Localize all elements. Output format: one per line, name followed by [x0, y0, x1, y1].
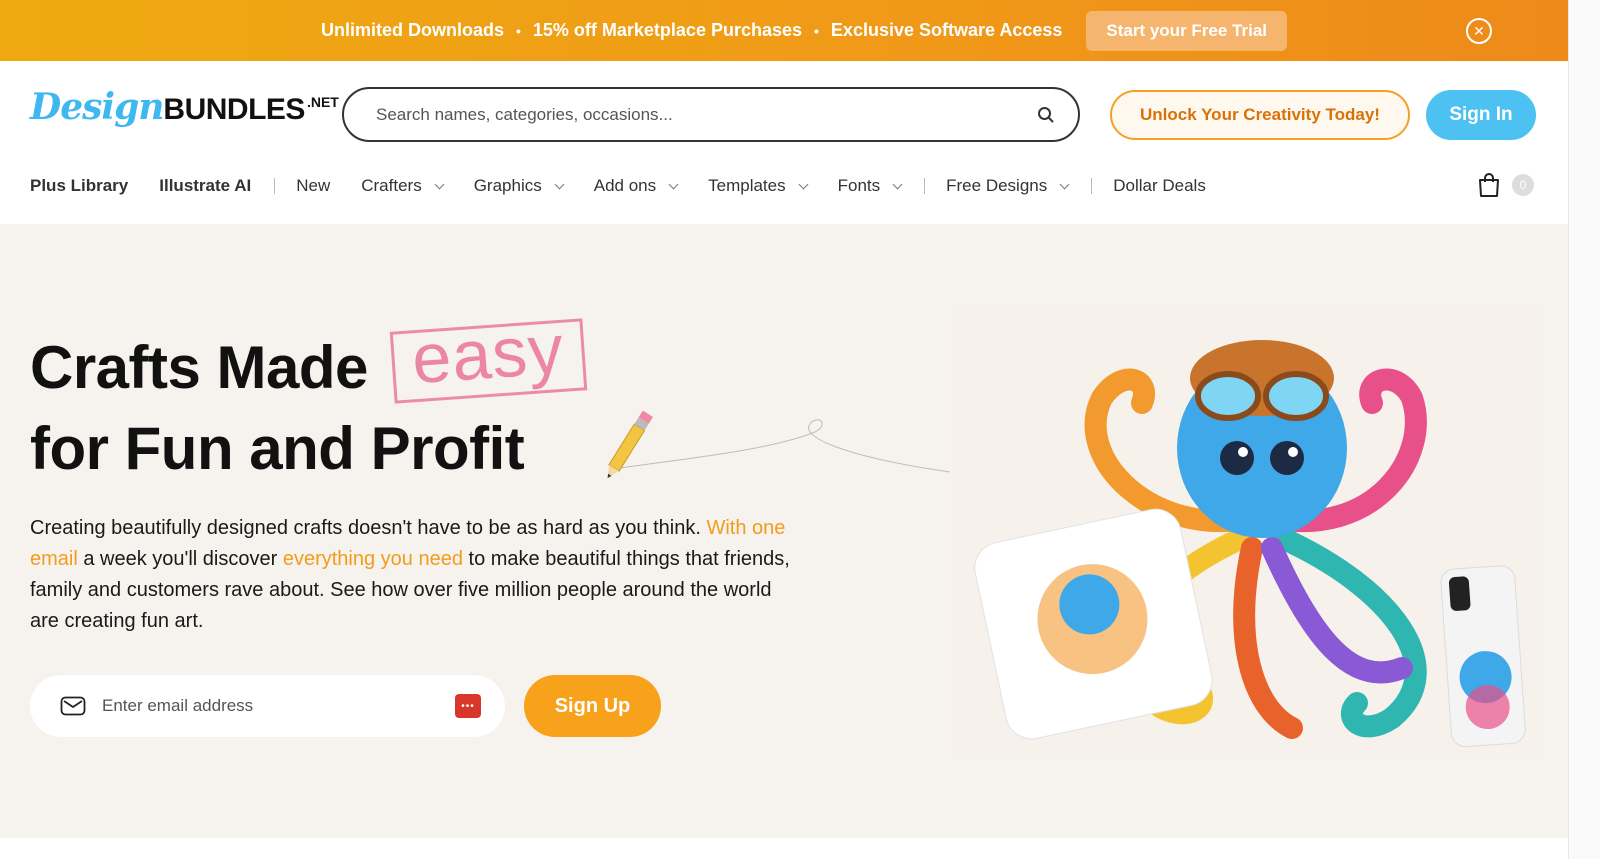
nav-divider: [1091, 178, 1093, 194]
nav-label: Crafters: [361, 176, 422, 195]
password-manager-icon[interactable]: •••: [455, 694, 481, 718]
close-circle-icon[interactable]: ✕: [1466, 18, 1492, 44]
nav-item-add-ons[interactable]: Add ons: [593, 176, 679, 196]
chevron-down-icon: [668, 179, 679, 189]
search-icon[interactable]: [1036, 105, 1056, 125]
hero-headline-highlight: easy: [409, 309, 567, 399]
shopping-bag-icon[interactable]: [1477, 172, 1501, 198]
unlock-creativity-button[interactable]: Unlock Your Creativity Today!: [1110, 90, 1410, 140]
search-input[interactable]: [376, 104, 1036, 125]
envelope-icon: [60, 696, 86, 716]
chevron-down-icon: [434, 179, 445, 189]
promo-item-marketplace: 15% off Marketplace Purchases: [532, 20, 803, 40]
nav-label: Plus Library: [30, 176, 129, 195]
promo-item-downloads: Unlimited Downloads: [320, 20, 504, 40]
logo-script-text: Design: [30, 86, 164, 128]
nav-label: Illustrate AI: [159, 176, 252, 195]
lead-highlight: everything you need: [282, 548, 463, 570]
nav-divider: [924, 178, 926, 194]
promo-item-software: Exclusive Software Access: [830, 20, 1063, 40]
sign-up-button[interactable]: Sign Up: [524, 675, 661, 737]
logo-bold-text: BUNDLES: [163, 93, 305, 126]
main-nav: Plus Library Illustrate AI New Crafters …: [30, 172, 1237, 200]
chevron-down-icon: [892, 179, 903, 189]
promo-separator: •: [814, 22, 819, 39]
section-divider: [0, 838, 1568, 859]
nav-label: Add ons: [593, 176, 657, 195]
hero-lead-paragraph: Creating beautifully designed crafts doe…: [30, 513, 790, 637]
free-trial-button[interactable]: Start your Free Trial: [1086, 10, 1288, 51]
site-logo[interactable]: Design BUNDLES .NET: [30, 86, 339, 128]
nav-divider: [274, 178, 276, 194]
nav-item-new[interactable]: New: [296, 176, 330, 196]
lead-text: a week you'll discover: [77, 548, 283, 570]
pencil-doodle-icon: [607, 410, 950, 479]
nav-item-crafters[interactable]: Crafters: [361, 176, 445, 196]
promo-separator: •: [515, 22, 521, 39]
nav-item-fonts[interactable]: Fonts: [837, 176, 903, 196]
chevron-down-icon: [554, 179, 565, 189]
nav-label: Templates: [708, 176, 786, 195]
hero-headline-line2: for Fun and Profit: [30, 415, 525, 482]
email-signup-field: •••: [30, 675, 505, 737]
nav-label: Fonts: [837, 176, 881, 195]
nav-item-plus-library[interactable]: Plus Library: [30, 176, 128, 196]
nav-item-dollar-deals[interactable]: Dollar Deals: [1113, 176, 1206, 196]
nav-label: Free Designs: [946, 176, 1048, 195]
nav-item-graphics[interactable]: Graphics: [473, 176, 565, 196]
sign-in-button[interactable]: Sign In: [1426, 90, 1536, 140]
promo-items: Unlimited Downloads • 15% off Marketplac…: [321, 20, 1062, 41]
nav-label: Graphics: [473, 176, 542, 195]
nav-label: Dollar Deals: [1113, 176, 1206, 195]
nav-label: New: [296, 176, 331, 195]
highlight-box: easy: [389, 310, 588, 404]
cart-count-badge: 0: [1512, 174, 1534, 196]
search-bar: [342, 87, 1080, 142]
nav-item-templates[interactable]: Templates: [708, 176, 809, 196]
page-scrollbar[interactable]: [1568, 0, 1600, 859]
nav-item-illustrate-ai[interactable]: Illustrate AI: [159, 176, 251, 196]
logo-suffix-text: .NET: [306, 94, 339, 110]
chevron-down-icon: [1059, 179, 1070, 189]
email-input[interactable]: [102, 696, 455, 716]
nav-item-free-designs[interactable]: Free Designs: [946, 176, 1070, 196]
chevron-down-icon: [798, 179, 809, 189]
promo-banner: Unlimited Downloads • 15% off Marketplac…: [0, 0, 1568, 61]
octopus-illustration: [952, 308, 1542, 758]
lead-text: Creating beautifully designed crafts doe…: [30, 517, 707, 539]
hero-headline-line1: Crafts Made: [30, 334, 368, 401]
